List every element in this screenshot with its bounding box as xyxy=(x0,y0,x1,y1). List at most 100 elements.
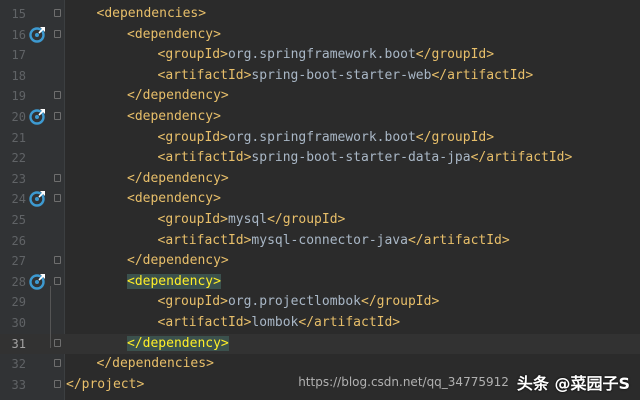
line-number: 28 xyxy=(11,274,26,289)
line-number: 19 xyxy=(11,89,26,104)
xml-tag: <artifactId> xyxy=(157,315,252,330)
xml-tag: </artifactId> xyxy=(298,315,401,330)
xml-value: mysql-connector-java xyxy=(251,232,408,248)
line-number: 17 xyxy=(11,48,26,63)
line-number: 26 xyxy=(11,233,26,248)
fold-marker-icon[interactable] xyxy=(54,194,61,203)
line-number: 30 xyxy=(11,316,26,330)
xml-tag: <artifactId> xyxy=(157,67,252,83)
code-text: </dependency> xyxy=(127,251,229,271)
code-text: <dependencies> xyxy=(97,4,207,24)
line-number: 32 xyxy=(11,357,26,372)
xml-tag: <dependencies> xyxy=(96,6,207,21)
code-line[interactable]: 27 </dependency> xyxy=(0,251,640,271)
fold-marker-icon[interactable] xyxy=(54,9,61,17)
code-line[interactable]: 18 <artifactId>spring-boot-starter-web</a… xyxy=(0,66,640,86)
code-text: </project> xyxy=(66,375,144,395)
xml-tag: <dependency> xyxy=(127,109,221,124)
fold-marker-icon[interactable] xyxy=(54,173,61,182)
code-line[interactable]: 31 </dependency> xyxy=(0,333,640,354)
line-number: 31 xyxy=(11,336,26,351)
fold-marker-icon[interactable] xyxy=(54,256,61,265)
code-text: </dependency> xyxy=(127,86,229,106)
line-number: 29 xyxy=(11,295,26,310)
line-number: 18 xyxy=(11,68,26,83)
line-number: 21 xyxy=(11,130,26,145)
code-line[interactable]: 28 <dependency> xyxy=(0,272,640,292)
code-text: </dependencies> xyxy=(97,354,214,374)
line-number: 25 xyxy=(11,213,26,227)
xml-tag: </artifactId> xyxy=(470,150,573,166)
code-text: <dependency> xyxy=(127,272,221,292)
code-line[interactable]: 25 <groupId>mysql</groupId> xyxy=(0,210,640,230)
code-text: <artifactId>mysql-connector-java</artifa… xyxy=(158,231,510,251)
code-line[interactable]: 26 <artifactId>mysql-connector-java</arti… xyxy=(0,231,640,251)
maven-dependency-icon[interactable] xyxy=(29,190,46,208)
fold-marker-icon[interactable] xyxy=(54,379,61,388)
fold-marker-icon[interactable] xyxy=(54,112,61,120)
code-line[interactable]: 30 <artifactId>lombok</artifactId> xyxy=(0,313,640,333)
code-line[interactable]: 17 <groupId>org.springframework.boot</gro… xyxy=(0,45,640,65)
xml-tag: <dependency> xyxy=(127,191,221,207)
maven-dependency-icon[interactable] xyxy=(29,26,46,43)
line-number: 33 xyxy=(11,377,26,392)
line-number: 27 xyxy=(11,254,26,269)
code-text: </dependency> xyxy=(127,334,229,354)
code-text: </dependency> xyxy=(127,169,229,189)
xml-tag: <groupId> xyxy=(157,47,228,63)
scope-indicator xyxy=(50,285,51,348)
xml-value: spring-boot-starter-web xyxy=(251,67,432,83)
code-line[interactable]: 15 <dependencies> xyxy=(0,4,640,24)
xml-tag: </dependency> xyxy=(127,170,229,186)
line-number: 24 xyxy=(11,192,26,207)
xml-value: org.springframework.boot xyxy=(227,129,416,145)
xml-tag: <groupId> xyxy=(157,212,228,227)
line-number: 22 xyxy=(11,151,26,166)
code-line[interactable]: 21 <groupId>org.springframework.boot</gro… xyxy=(0,128,640,148)
line-number: 23 xyxy=(11,171,26,186)
xml-tag: <dependency> xyxy=(127,273,221,289)
code-text: <dependency> xyxy=(127,25,221,45)
fold-marker-icon[interactable] xyxy=(54,29,61,38)
xml-tag: </artifactId> xyxy=(431,67,534,83)
line-number: 15 xyxy=(11,7,26,21)
fold-marker-icon[interactable] xyxy=(54,91,61,100)
xml-tag: </project> xyxy=(66,376,145,392)
xml-tag: </groupId> xyxy=(415,129,495,145)
code-line[interactable]: 23 </dependency> xyxy=(0,169,640,189)
maven-dependency-icon[interactable] xyxy=(29,108,46,125)
code-editor[interactable]: 15 <dependencies> 16 <dependency> 17 <groupId… xyxy=(0,0,640,400)
code-text: <groupId>mysql</groupId> xyxy=(158,210,346,230)
xml-value: mysql xyxy=(227,212,268,227)
code-line[interactable]: 22 <artifactId>spring-boot-starter-data-j… xyxy=(0,148,640,168)
code-text: <artifactId>spring-boot-starter-data-jpa… xyxy=(158,148,573,168)
xml-tag: </dependencies> xyxy=(96,356,214,372)
xml-tag: </dependency> xyxy=(127,335,229,351)
code-text: <groupId>org.springframework.boot</group… xyxy=(158,128,495,148)
xml-tag: <artifactId> xyxy=(157,232,252,248)
watermark-url: https://blog.csdn.net/qq_34775912 xyxy=(298,375,509,389)
fold-marker-icon[interactable] xyxy=(54,276,61,285)
xml-value: lombok xyxy=(251,315,299,330)
code-text: <dependency> xyxy=(127,107,221,127)
xml-tag: </dependency> xyxy=(127,253,229,269)
code-text: <groupId>org.projectlombok</groupId> xyxy=(158,292,440,312)
xml-value: org.projectlombok xyxy=(227,294,362,310)
xml-tag: <groupId> xyxy=(157,129,228,145)
code-line[interactable]: 29 <groupId>org.projectlombok</groupId> xyxy=(0,292,640,312)
xml-tag: <dependency> xyxy=(127,26,221,42)
code-text: <dependency> xyxy=(127,189,221,209)
watermark-brand: 头条 @菜园子S xyxy=(516,374,630,393)
fold-marker-icon[interactable] xyxy=(54,359,61,368)
code-line[interactable]: 19 </dependency> xyxy=(0,86,640,106)
code-line[interactable]: 20 <dependency> xyxy=(0,107,640,127)
code-text: <artifactId>spring-boot-starter-web</art… xyxy=(158,66,534,86)
maven-dependency-icon[interactable] xyxy=(29,273,46,290)
watermark: https://blog.csdn.net/qq_34775912 头条 @菜园… xyxy=(298,370,630,394)
xml-tag: <artifactId> xyxy=(157,150,252,166)
code-text: <artifactId>lombok</artifactId> xyxy=(158,313,401,333)
xml-tag: <groupId> xyxy=(157,294,228,310)
code-line[interactable]: 24 <dependency> xyxy=(0,189,640,209)
fold-marker-icon[interactable] xyxy=(54,338,61,347)
code-line[interactable]: 16 <dependency> xyxy=(0,25,640,45)
